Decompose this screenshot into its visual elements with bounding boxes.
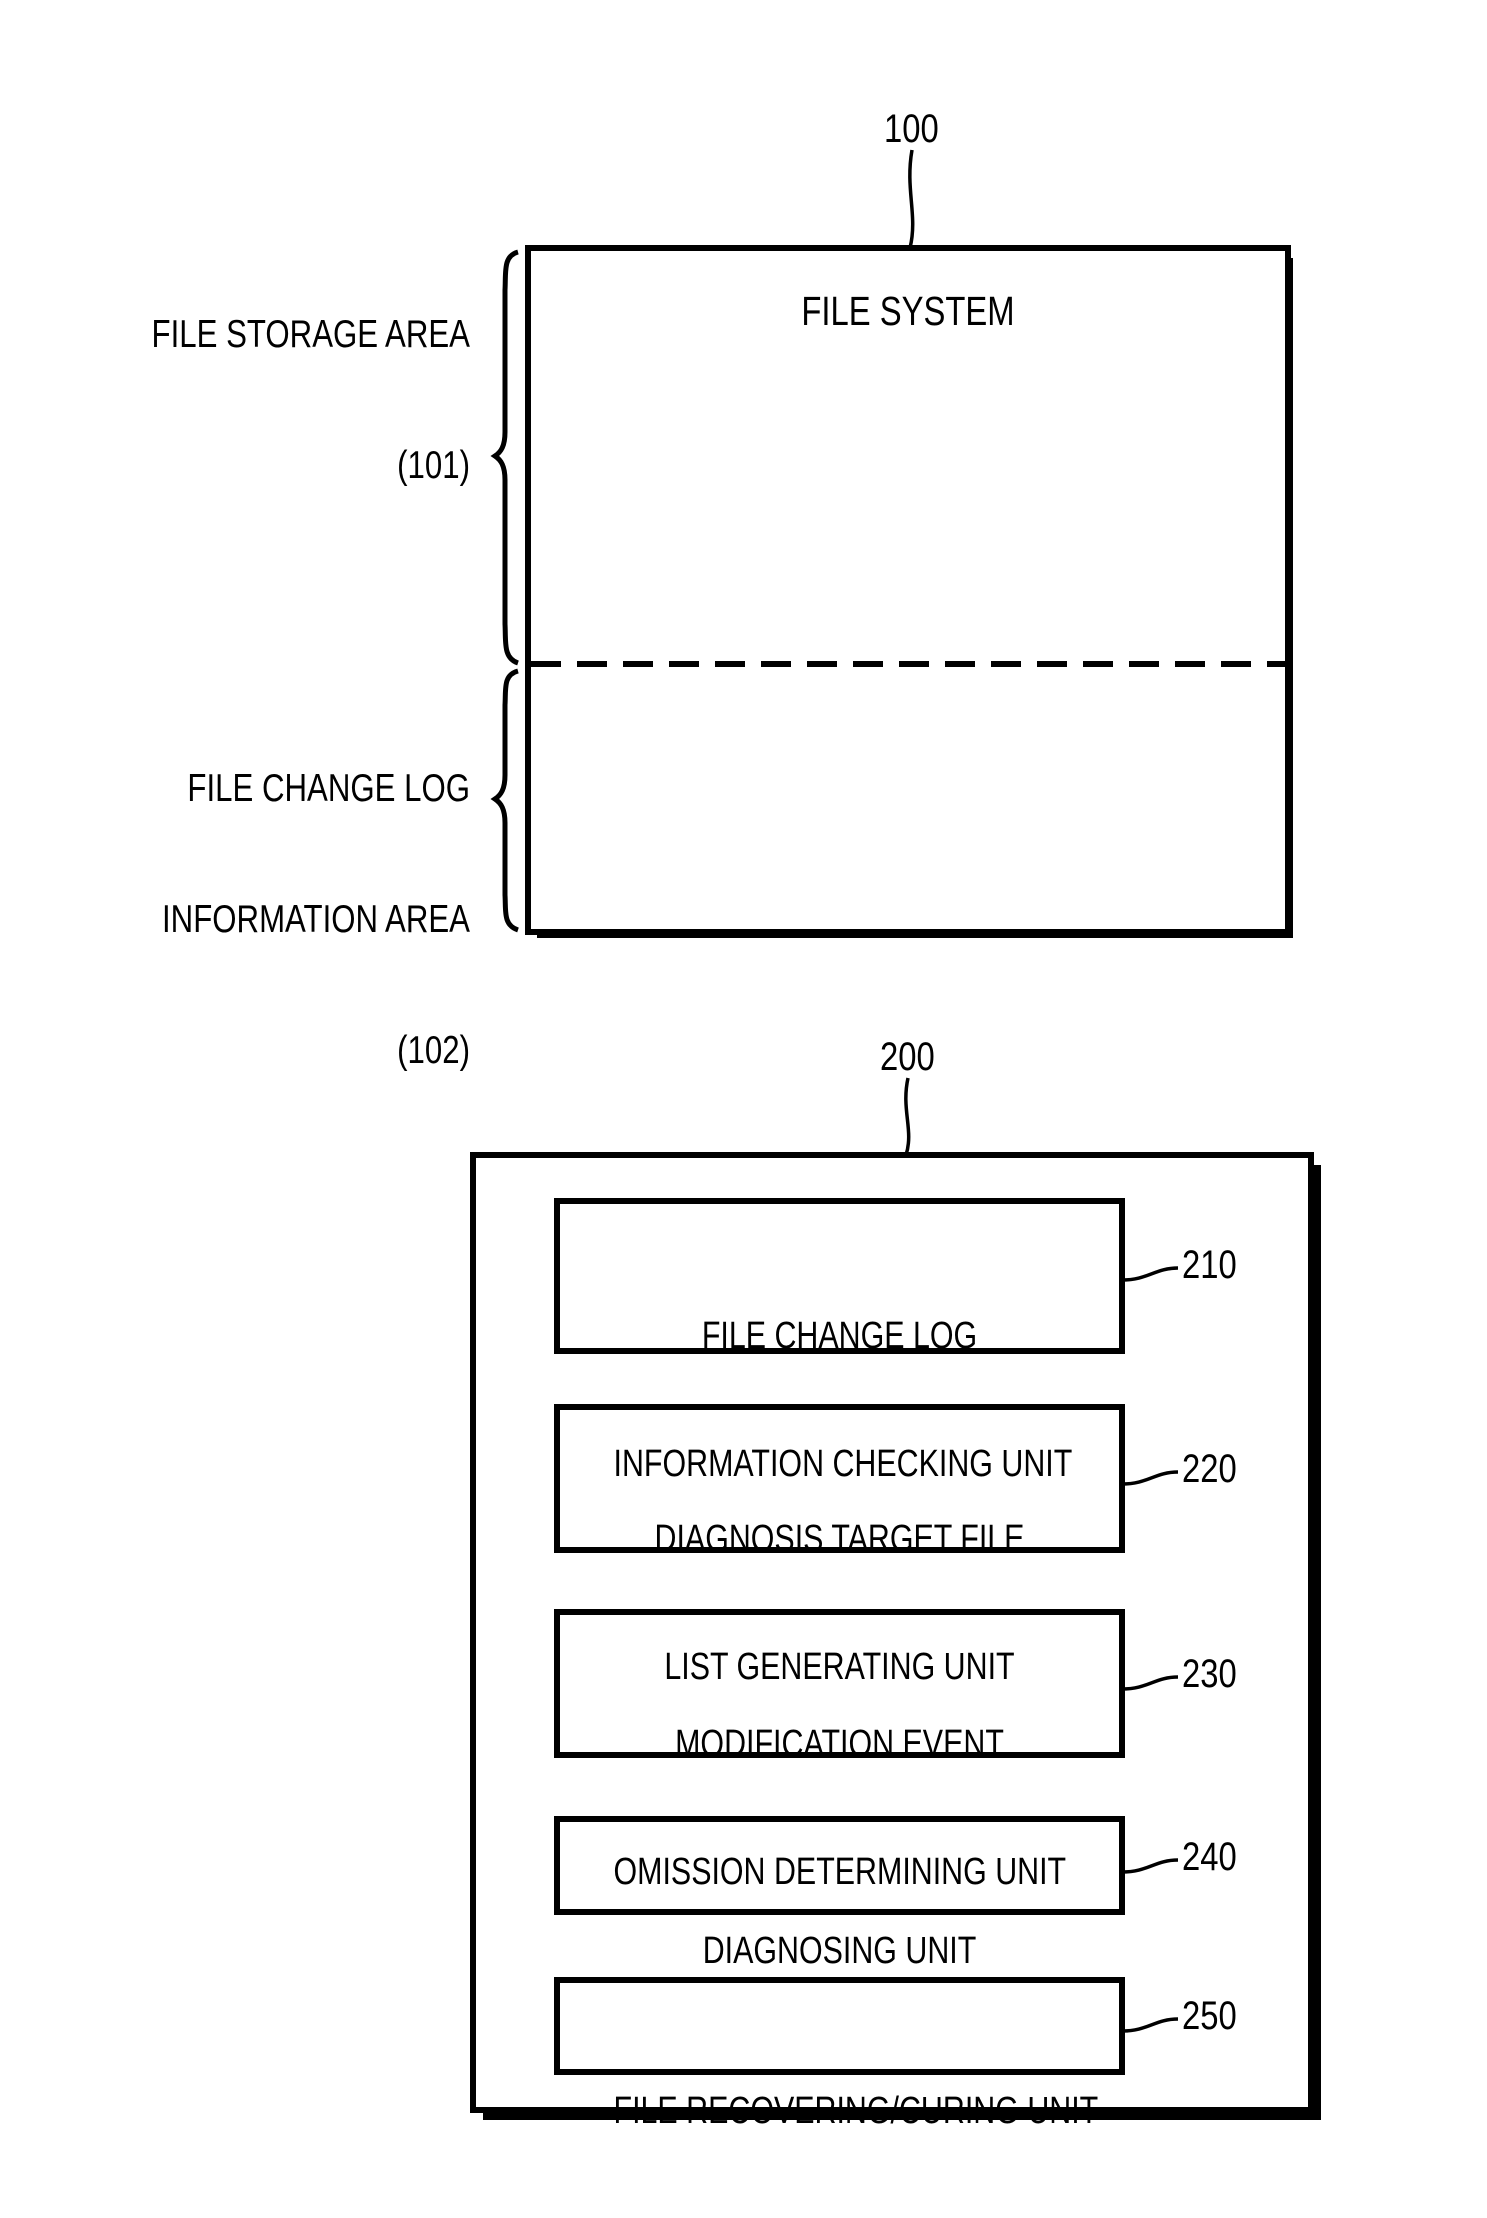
ref-number-200: 200 — [880, 1035, 935, 1079]
file-system-title: FILE SYSTEM — [801, 288, 1015, 334]
file-storage-area-label-line1: FILE STORAGE AREA — [151, 313, 470, 357]
unit-label-220-line1: DIAGNOSIS TARGET FILE — [654, 1518, 1025, 1561]
file-storage-area-label: FILE STORAGE AREA (101) — [94, 226, 470, 575]
unit-label-230-line1: MODIFICATION EVENT — [675, 1723, 1004, 1766]
file-system-box — [525, 245, 1291, 935]
unit-label-250: FILE RECOVERING/CURING UNIT — [613, 2005, 1099, 2218]
file-change-log-area-label-line3: (102) — [397, 1029, 470, 1073]
ref-number-220: 220 — [1182, 1447, 1237, 1491]
file-change-log-area-label-line1: FILE CHANGE LOG — [187, 767, 470, 811]
unit-label-240-line1: DIAGNOSING UNIT — [702, 1930, 977, 1973]
brace-file-change-log-area — [490, 668, 520, 933]
file-change-log-area-label-line2: INFORMATION AREA — [162, 898, 470, 942]
ref-number-250: 250 — [1182, 1994, 1237, 2038]
patent-figure-sheet: 100 FILE SYSTEM FILE STORAGE AREA (101) … — [0, 0, 1487, 2187]
unit-label-250-line1: FILE RECOVERING/CURING UNIT — [613, 2090, 1099, 2133]
unit-label-210-line1: FILE CHANGE LOG — [701, 1315, 978, 1358]
file-storage-area-label-line2: (101) — [397, 444, 470, 488]
ref-100-leader — [908, 149, 915, 249]
ref-number-100: 100 — [884, 107, 939, 151]
ref-number-230: 230 — [1182, 1652, 1237, 1696]
ref-number-240: 240 — [1182, 1835, 1237, 1879]
ref-200-leader — [904, 1077, 911, 1156]
file-change-log-area-label: FILE CHANGE LOG INFORMATION AREA (102) — [94, 680, 470, 1160]
ref-number-210: 210 — [1182, 1243, 1237, 1287]
brace-file-storage-area — [490, 249, 520, 666]
